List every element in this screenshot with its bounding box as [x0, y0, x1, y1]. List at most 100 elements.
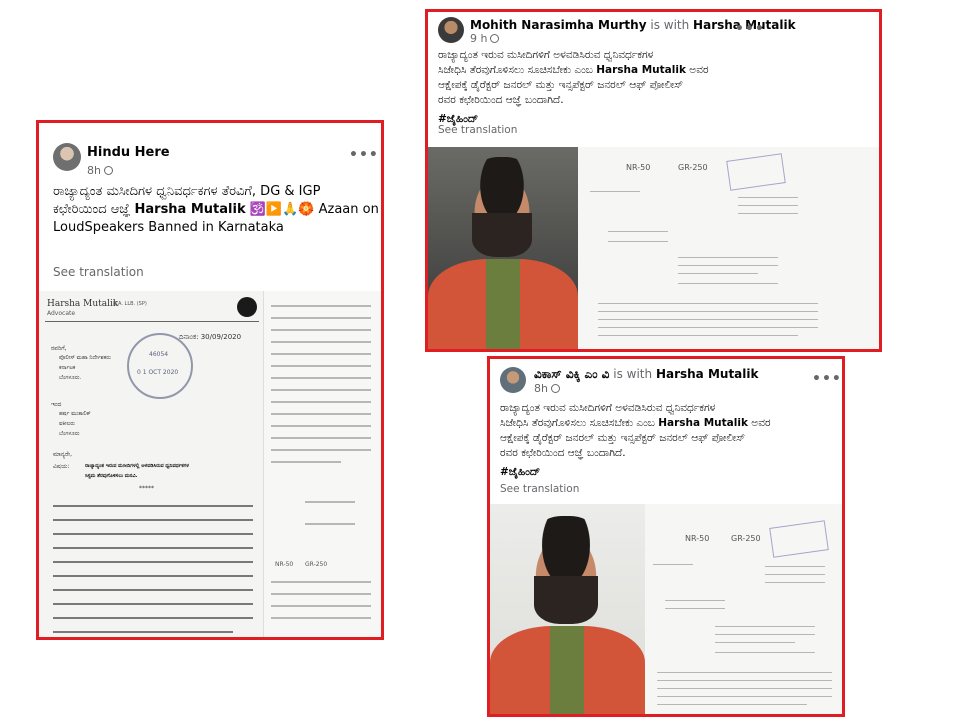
body-line: [715, 652, 815, 653]
stamp: [769, 520, 829, 558]
body-line: [608, 241, 668, 242]
post-image-photo[interactable]: [428, 147, 578, 349]
globe-icon: [490, 34, 500, 43]
more-options-button[interactable]: •••: [349, 147, 379, 163]
post-text-line: ಕಛೇರಿಯಿಂದ ಆಜ್ಞೆ Harsha Mutalik 🕉️▶️🙏🏵️ A…: [53, 201, 379, 219]
author-name[interactable]: ವಿಕಾಸ್ ವಿಕ್ಕಿ ಎಂ ವಿ is with Harsha Mutal…: [534, 367, 758, 382]
body-line: [665, 600, 725, 601]
body-line: [598, 335, 798, 336]
body-line: [738, 205, 798, 206]
avatar[interactable]: [500, 367, 526, 393]
letterhead-name: Harsha Mutalik: [47, 299, 119, 309]
post-time[interactable]: 8h: [87, 164, 113, 177]
body-line: [271, 401, 371, 403]
post-text: ರಾಜ್ಯಾದ್ಯಂತ ಇರುವ ಮಸೀದಿಗಳಿಗೆ ಅಳವಡಿಸಿರುವ ಧ…: [500, 401, 840, 480]
body-line: [53, 631, 233, 633]
body-line: [305, 523, 355, 525]
tagged-name-link[interactable]: Harsha Mutalik: [596, 64, 686, 76]
see-translation-link[interactable]: See translation: [438, 124, 517, 136]
post-time[interactable]: 8h: [534, 382, 560, 395]
see-translation-link[interactable]: See translation: [53, 265, 144, 279]
post-text-line: ಸಿಜೇಧಿಸಿ ತೆರವುಗೊಳಿಸಲು ಸೂಚಿಸಬೇಕು ಎಂಬ Hars…: [500, 416, 840, 431]
tagged-name-link[interactable]: Harsha Mutalik: [135, 202, 246, 217]
body-line: [765, 582, 825, 583]
body-line: [657, 704, 807, 705]
post-text-line: ರಾಜ್ಯಾದ್ಯಂತ ಮಸೀದಿಗಳ ಧ್ವನಿವರ್ಧಕಗಳ ತೆರವಿಗೆ…: [53, 184, 321, 199]
avatar[interactable]: [438, 17, 464, 43]
post-image-document[interactable]: NR-50 GR-250: [645, 504, 842, 714]
body-line: [678, 257, 778, 258]
portrait-beard: [534, 576, 598, 624]
more-options-button[interactable]: •••: [735, 21, 765, 37]
portrait-shirt: [550, 626, 584, 714]
body-line: [657, 688, 832, 689]
doc-code: NR-50: [626, 163, 651, 172]
post-text-line: ರವರ ಕಛೇರಿಯಿಂದ ಆಜ್ಞೆ ಬಂದಾಗಿದೆ.: [438, 94, 564, 106]
body-line: [271, 305, 371, 307]
post-text-segment: 🕉️▶️🙏🏵️ Azaan on: [245, 202, 379, 217]
body-line: [53, 617, 253, 619]
post-image-document[interactable]: Harsha Mutalik B.A. LLB. (SP) Advocate ದ…: [39, 291, 381, 637]
tagged-name-link[interactable]: Harsha Mutalik: [656, 367, 759, 381]
avatar[interactable]: [53, 143, 81, 171]
more-options-button[interactable]: •••: [812, 371, 842, 387]
post-text-segment: ಸಿಜೇಧಿಸಿ ತೆರವುಗೊಳಿಸಲು ಸೂಚಿಸಬೇಕು ಎಂಬ: [438, 64, 597, 76]
stamp-date: 0 1 OCT 2020: [137, 369, 179, 376]
body-line: [53, 603, 253, 605]
post-image-photo[interactable]: [490, 504, 645, 714]
salutation: ಮಾನ್ಯರೇ,: [53, 451, 73, 458]
letterhead-role: Advocate: [47, 310, 76, 317]
post-time[interactable]: 9 h: [470, 32, 500, 45]
hashtag-link[interactable]: #ಜೈಹಿಂದ್: [500, 465, 840, 480]
body-line: [715, 626, 815, 627]
body-line: [271, 413, 371, 415]
to-label: ರವರಿಗೆ,: [51, 345, 67, 352]
portrait-beard: [472, 213, 532, 257]
body-line: [271, 341, 371, 343]
body-line: [53, 505, 253, 507]
doc-code: GR-250: [678, 163, 708, 172]
body-line: [271, 449, 371, 451]
stamp-number: 46054: [149, 351, 169, 358]
body-line: [271, 581, 371, 583]
see-translation-link[interactable]: See translation: [500, 483, 579, 495]
body-line: [271, 617, 371, 619]
from-line-2: ವಕೀಲರು: [59, 421, 75, 427]
body-line: [305, 501, 355, 503]
body-line: [598, 327, 818, 328]
body-line: [678, 265, 778, 266]
post-text-segment: ಅವರ: [685, 64, 709, 76]
post-text-line: ರವರ ಕಛೇರಿಯಿಂದ ಆಜ್ಞೆ ಬಂದಾಗಿದೆ.: [500, 447, 626, 459]
body-line: [598, 319, 818, 320]
body-line: [608, 231, 668, 232]
post-image-document[interactable]: NR-50 GR-250: [578, 147, 879, 349]
to-line-2: ಕರ್ನಾಟಕ: [59, 365, 76, 371]
author-name[interactable]: Hindu Here: [87, 145, 170, 160]
post-text-line: LoudSpeakers Banned in Karnataka: [53, 220, 284, 235]
post-text-line: ಸಿಜೇಧಿಸಿ ತೆರವುಗೊಳಿಸಲು ಸೂಚಿಸಬೇಕು ಎಂಬ Hars…: [438, 63, 768, 78]
body-line: [678, 283, 778, 284]
header-rule: [45, 321, 259, 322]
body-line: [271, 365, 371, 367]
post-text-line: ಆಕ್ಷೇಪಕ್ಕೆ ಡೈರೆಕ್ಟರ್ ಜನರಲ್ ಮತ್ತು ಇನ್ಸಪೆಕ…: [500, 432, 746, 444]
post-header: Hindu Here 8h •••: [51, 131, 378, 177]
letter-page: Harsha Mutalik B.A. LLB. (SP) Advocate ದ…: [39, 291, 264, 637]
body-line: [53, 547, 253, 549]
body-line: [271, 389, 371, 391]
letterhead-degrees: B.A. LLB. (SP): [113, 301, 147, 307]
body-line: [53, 561, 253, 563]
body-line: [665, 608, 725, 609]
post-text-line: ಆಕ್ಷೇಪಕ್ಕೆ ಡೈರೆಕ್ಟರ್ ಜನರಲ್ ಮತ್ತು ಇನ್ಸಪೆಕ…: [438, 79, 684, 91]
letter-page-2: NR-50 GR-250: [265, 291, 381, 637]
body-line: [590, 191, 640, 192]
post-card-mohith: Mohith Narasimha Murthy is with Harsha M…: [425, 9, 882, 352]
body-line: [271, 329, 371, 331]
body-line: [53, 589, 253, 591]
post-card-hindu-here: Hindu Here 8h ••• ರಾಜ್ಯಾದ್ಯಂತ ಮಸೀದಿಗಳ ಧ್…: [36, 120, 384, 640]
subject-line-2: ಸಿಸ್ಟಮ ತೆರವುಗೊಳಿಸಲು ಮನವಿ.: [85, 473, 138, 479]
body-line: [271, 377, 371, 379]
to-line-1: ಪೊಲೀಸ್ ಮಹಾ ನಿರ್ದೇಶಕರು: [59, 355, 111, 361]
from-line-3: ಬೆಂಗಳೂರು: [59, 431, 80, 437]
doc-code: GR-250: [305, 561, 328, 568]
tagged-name-link[interactable]: Harsha Mutalik: [658, 417, 748, 429]
